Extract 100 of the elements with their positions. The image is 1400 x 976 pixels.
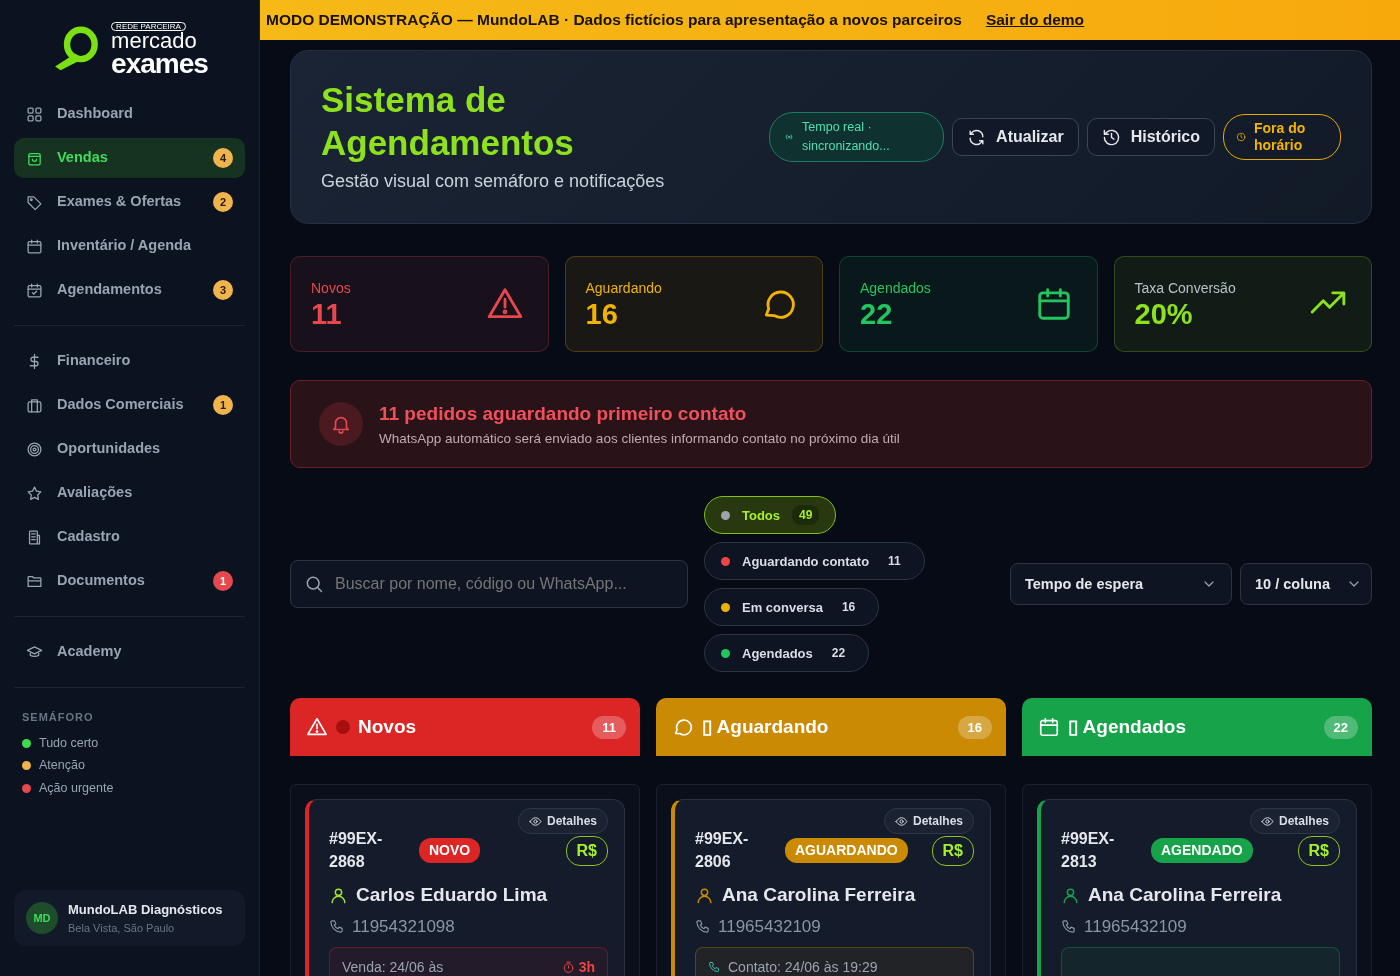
sidebar-item[interactable]: Documentos 1 bbox=[14, 561, 245, 602]
wait-timer: 3h bbox=[561, 956, 595, 976]
user-icon bbox=[695, 885, 714, 905]
signal-icon bbox=[784, 132, 795, 143]
phone-icon bbox=[695, 918, 710, 934]
clock-icon bbox=[1236, 132, 1246, 143]
filter-chip[interactable]: Todos 49 bbox=[704, 496, 837, 535]
stat-value: 16 bbox=[585, 298, 619, 331]
target-icon bbox=[26, 440, 43, 458]
order-code: #99EX-2868 bbox=[329, 829, 384, 872]
info-text: Contato: 24/06 às 19:29 bbox=[728, 957, 878, 976]
sidebar-item[interactable]: Dashboard bbox=[14, 94, 245, 135]
sidebar-item[interactable]: Exames & Ofertas 2 bbox=[14, 182, 245, 223]
sidebar-item[interactable]: Dados Comerciais 1 bbox=[14, 385, 245, 426]
stat-label: Aguardando bbox=[585, 278, 662, 298]
status-tag: NOVO bbox=[419, 838, 481, 864]
sidebar-item[interactable]: Agendamentos 3 bbox=[14, 270, 245, 311]
column-title: ▯ Aguardando bbox=[702, 715, 829, 740]
sidebar-count: 2 bbox=[213, 192, 233, 213]
avatar: MD bbox=[26, 902, 58, 934]
sync-status: Tempo real · sincronizando... bbox=[769, 112, 945, 163]
calendar-check-icon bbox=[26, 281, 43, 299]
sidebar-count: 1 bbox=[213, 571, 233, 592]
timer-icon bbox=[561, 960, 575, 974]
refresh-button[interactable]: Atualizar bbox=[952, 118, 1079, 157]
sort-dropdown[interactable]: Tempo de espera bbox=[1010, 563, 1232, 606]
phone-number: 11954321098 bbox=[352, 915, 455, 938]
stat-value: 22 bbox=[860, 298, 894, 331]
stat-label: Taxa Conversão bbox=[1134, 278, 1236, 298]
phone-number: 11965432109 bbox=[718, 915, 821, 938]
stat-label: Agendados bbox=[860, 278, 931, 298]
order-card[interactable]: Detalhes #99EX-2806 AGUARDANDO R$ Ana Carolina Ferreira 11965432109 Contato: 24/06 às 19:29 bbox=[671, 799, 991, 976]
filter-chip[interactable]: Aguardando contato 11 bbox=[704, 542, 925, 581]
info-text: Venda: 24/06 às bbox=[342, 957, 444, 976]
stat-value: 20% bbox=[1134, 298, 1194, 331]
sidebar-item[interactable]: Avaliações bbox=[14, 473, 245, 514]
order-code: #99EX-2806 bbox=[695, 829, 750, 872]
star-icon bbox=[26, 484, 43, 502]
details-button[interactable]: Detalhes bbox=[883, 808, 974, 835]
user-card[interactable]: MD MundoLAB Diagnósticos Bela Vista, São Paulo bbox=[14, 890, 245, 946]
customer-name: Ana Carolina Ferreira bbox=[1088, 883, 1282, 908]
calendar-icon bbox=[26, 237, 43, 255]
exit-demo-link[interactable]: Sair do demo bbox=[985, 8, 1085, 32]
legend-label: Ação urgente bbox=[39, 780, 114, 798]
filter-count: 16 bbox=[840, 599, 857, 617]
sidebar-item[interactable]: Financeiro bbox=[14, 341, 245, 382]
legend-label: Atenção bbox=[39, 757, 85, 775]
user-icon bbox=[329, 885, 348, 905]
filter-count: 49 bbox=[792, 505, 820, 526]
alert-message: WhatsApp automático será enviado aos clientes informando contato no próximo dia útil bbox=[379, 429, 900, 448]
status-tag: AGENDADO bbox=[1151, 838, 1253, 864]
details-button[interactable]: Detalhes bbox=[517, 808, 608, 835]
phone-number: 11965432109 bbox=[1084, 915, 1187, 938]
dot-icon bbox=[336, 720, 350, 735]
column-count: 11 bbox=[592, 715, 626, 740]
tag-icon bbox=[26, 193, 43, 211]
search-icon bbox=[304, 574, 324, 595]
phone-icon bbox=[1061, 918, 1076, 934]
sidebar-item[interactable]: Inventário / Agenda bbox=[14, 226, 245, 267]
alert-title: 11 pedidos aguardando primeiro contato bbox=[379, 402, 748, 426]
sidebar-item[interactable]: Academy bbox=[14, 632, 245, 673]
eye-icon bbox=[1260, 814, 1274, 828]
sidebar-count: 3 bbox=[213, 280, 233, 301]
sidebar-item[interactable]: Cadastro bbox=[14, 517, 245, 558]
column-count: 16 bbox=[957, 715, 992, 740]
page-size-dropdown[interactable]: 10 / coluna bbox=[1240, 563, 1372, 606]
legend-label: Tudo certo bbox=[39, 734, 99, 752]
phone-icon bbox=[708, 961, 720, 974]
user-name: MundoLAB Diagnósticos bbox=[68, 901, 223, 919]
phone-icon bbox=[329, 918, 344, 934]
page-subtitle: Gestão visual com semáforo e notificações bbox=[321, 170, 665, 194]
status-tag: AGUARDANDO bbox=[785, 838, 908, 864]
briefcase-icon bbox=[26, 396, 43, 414]
order-card[interactable]: Detalhes #99EX-2868 NOVO R$ Carlos Eduardo Lima 11954321098 Venda: 24/06 às 3h bbox=[305, 799, 625, 976]
sidebar-item[interactable]: Oportunidades bbox=[14, 429, 245, 470]
sidebar-count: 1 bbox=[213, 395, 233, 416]
filter-chip[interactable]: Em conversa 16 bbox=[704, 588, 880, 627]
user-location: Bela Vista, São Paulo bbox=[68, 920, 176, 936]
banner-text: MODO DEMONSTRAÇÃO — MundoLAB · Dados fictícios para apresentação a novos parceiros bbox=[266, 10, 962, 31]
user-icon bbox=[1061, 885, 1080, 905]
logo-text: exames bbox=[111, 51, 208, 77]
stat-label: Novos bbox=[311, 278, 351, 298]
order-card[interactable]: Detalhes #99EX-2813 AGENDADO R$ Ana Carolina Ferreira 11965432109 bbox=[1037, 799, 1357, 976]
eye-icon bbox=[528, 814, 542, 828]
filter-chip[interactable]: Agendados 22 bbox=[704, 634, 870, 673]
price-tag: R$ bbox=[1297, 835, 1340, 866]
stat-value: 11 bbox=[311, 298, 343, 331]
order-code: #99EX-2813 bbox=[1061, 829, 1116, 872]
sidebar-item[interactable]: Vendas 4 bbox=[14, 138, 245, 179]
details-button[interactable]: Detalhes bbox=[1249, 808, 1340, 835]
filter-count: 11 bbox=[887, 553, 902, 571]
column-title: Novos bbox=[358, 715, 417, 740]
customer-name: Ana Carolina Ferreira bbox=[722, 883, 916, 908]
grid-icon bbox=[26, 105, 43, 123]
logo-text: mercado bbox=[111, 31, 198, 51]
filter-count: 22 bbox=[830, 645, 847, 663]
column-title: ▯ Agendados bbox=[1068, 715, 1187, 740]
history-button[interactable]: Histórico bbox=[1086, 118, 1215, 157]
column-count: 22 bbox=[1323, 715, 1358, 740]
search-field[interactable]: Buscar por nome, código ou WhatsApp... bbox=[290, 560, 688, 609]
